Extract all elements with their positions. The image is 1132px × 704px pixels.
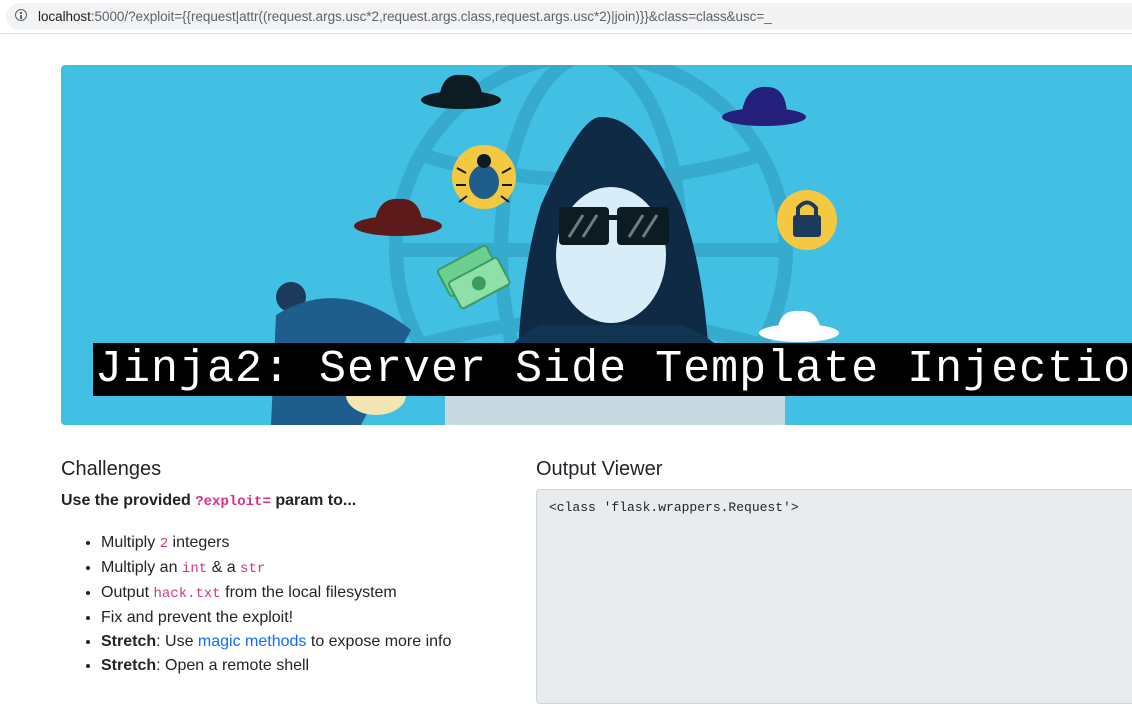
url-host: localhost [38,9,91,24]
url-path: :5000/?exploit={{request|attr((request.a… [90,9,772,24]
challenges-heading: Challenges [61,458,162,480]
code-inline: 2 [159,536,169,552]
bug-icon [452,145,516,209]
list-item: Fix and prevent the exploit! [101,606,451,630]
output-viewer-box[interactable]: <class 'flask.wrappers.Request'> [536,489,1132,704]
navy-hat-icon [722,86,806,126]
output-content: <class 'flask.wrappers.Request'> [549,500,799,515]
magic-methods-link[interactable]: magic methods [198,633,307,650]
exploit-param-code: ?exploit= [195,494,271,510]
hero-banner: Jinja2: Server Side Template Injection [61,65,1132,425]
intro-prefix: Use the provided [61,492,196,509]
list-item: Stretch: Use magic methods to expose mor… [101,630,451,654]
code-inline: int [181,561,208,577]
code-inline: str [240,561,266,577]
intro-suffix: param to... [270,492,357,509]
code-inline: hack.txt [153,586,221,602]
list-item: Stretch: Open a remote shell [101,654,451,678]
challenge-list: Multiply 2 integers Multiply an int & a … [82,531,451,678]
challenges-intro: Use the provided ?exploit= param to... [61,492,356,510]
list-item: Multiply 2 integers [101,531,451,556]
site-info-icon[interactable] [15,9,27,21]
url-text[interactable]: localhost:5000/?exploit={{request|attr((… [38,9,772,24]
page-title: Jinja2: Server Side Template Injection [93,343,1132,396]
output-viewer-heading: Output Viewer [536,458,663,480]
list-item: Output hack.txt from the local filesyste… [101,581,451,606]
browser-address-bar: localhost:5000/?exploit={{request|attr((… [0,0,1132,34]
red-hat-icon [354,198,442,236]
list-item: Multiply an int & a str [101,556,451,581]
lock-icon [777,190,837,250]
